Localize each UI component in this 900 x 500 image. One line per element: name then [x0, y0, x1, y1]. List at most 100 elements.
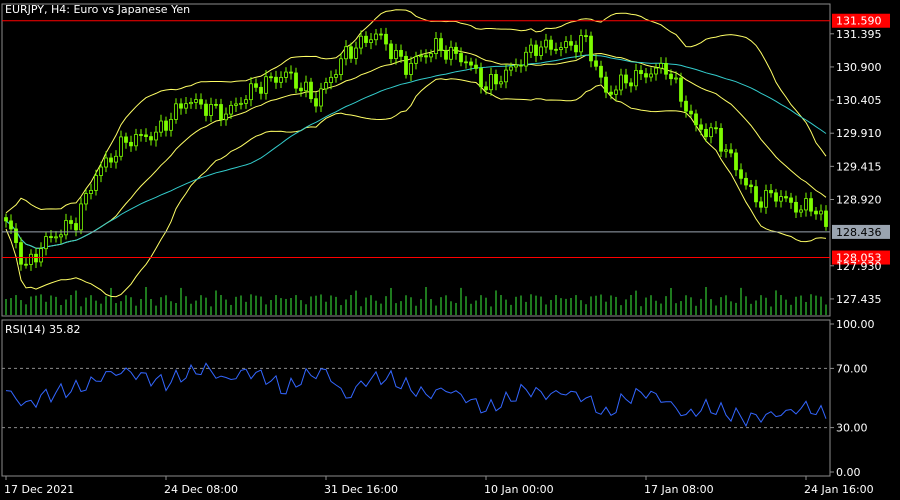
candle-body	[464, 61, 468, 64]
candle-body	[744, 177, 748, 186]
candle-body	[19, 242, 23, 265]
candle-body	[299, 87, 303, 92]
candle-body	[169, 119, 173, 131]
candle-body	[334, 74, 338, 78]
candle-body	[814, 210, 818, 215]
candle-body	[259, 86, 263, 94]
candle-body	[89, 189, 93, 194]
candle-body	[459, 53, 463, 63]
rsi-y-tick-label: 30.00	[836, 422, 868, 435]
candle-body	[219, 104, 223, 121]
y-tick-label: 128.920	[836, 194, 882, 207]
candle-body	[99, 166, 103, 176]
candle-body	[664, 63, 668, 75]
candle-body	[114, 155, 118, 163]
candle-body	[349, 46, 353, 59]
candle-body	[769, 190, 773, 194]
candle-body	[694, 113, 698, 126]
candle-body	[59, 234, 63, 238]
candle-body	[174, 103, 178, 120]
candle-body	[224, 113, 228, 121]
candle-body	[554, 48, 558, 51]
candle-body	[284, 71, 288, 78]
candle-body	[759, 201, 763, 208]
candle-body	[704, 128, 708, 138]
candle-body	[679, 77, 683, 102]
candle-body	[724, 149, 728, 152]
candle-body	[774, 192, 778, 202]
candle-body	[514, 64, 518, 68]
candle-body	[129, 141, 133, 147]
y-tick-label: 129.415	[836, 160, 882, 173]
candle-body	[24, 263, 28, 266]
candle-body	[654, 67, 658, 75]
candle-body	[414, 56, 418, 64]
candle-body	[489, 74, 493, 91]
bollinger-middle-line	[5, 49, 827, 249]
candle-body	[209, 103, 213, 116]
y-tick-label: 127.435	[836, 293, 882, 306]
candle-body	[279, 76, 283, 83]
candle-body	[449, 46, 453, 60]
candle-body	[404, 55, 408, 75]
candle-body	[9, 220, 13, 230]
candle-body	[274, 76, 278, 83]
candle-body	[289, 71, 293, 74]
axes: 131.590128.053128.436131.395130.900130.4…	[4, 13, 890, 496]
x-tick-label: 24 Jan 16:00	[804, 483, 874, 496]
candle-body	[294, 72, 298, 89]
candle-body	[589, 35, 593, 62]
x-tick-label: 31 Dec 16:00	[324, 483, 398, 496]
candle-body	[824, 210, 828, 227]
candle-body	[4, 217, 8, 222]
level-price-label: 131.590	[836, 15, 882, 28]
candle-body	[519, 64, 523, 67]
candle-body	[34, 253, 38, 263]
candle-body	[144, 134, 148, 137]
candle-body	[804, 198, 808, 211]
y-tick-label: 131.395	[836, 28, 882, 41]
candle-body	[619, 74, 623, 91]
candle-body	[689, 110, 693, 115]
candle-body	[84, 193, 88, 205]
candle-body	[799, 209, 803, 213]
candle-body	[584, 35, 588, 37]
candle-body	[309, 81, 313, 100]
candle-body	[134, 134, 138, 147]
candle-body	[594, 60, 598, 67]
candle-body	[574, 44, 578, 53]
candle-body	[194, 99, 198, 103]
candle-body	[734, 152, 738, 171]
candle-body	[324, 82, 328, 90]
candle-body	[624, 74, 628, 84]
candle-body	[74, 223, 78, 231]
candle-body	[249, 83, 253, 101]
candle-body	[179, 103, 183, 109]
candle-body	[684, 100, 688, 112]
candle-body	[754, 186, 758, 203]
candle-body	[784, 196, 788, 199]
candle-body	[304, 81, 308, 92]
candle-body	[239, 102, 243, 105]
candle-body	[444, 50, 448, 60]
candle-body	[809, 198, 813, 212]
candle-body	[504, 69, 508, 83]
candle-body	[119, 136, 123, 157]
candle-body	[714, 127, 718, 130]
candle-body	[254, 83, 258, 88]
candle-body	[764, 190, 768, 208]
y-tick-label: 130.405	[836, 94, 882, 107]
candle-body	[379, 33, 383, 36]
candle-body	[474, 64, 478, 69]
candle-body	[64, 220, 68, 236]
candle-body	[339, 58, 343, 75]
candle-body	[719, 128, 723, 152]
candle-body	[234, 103, 238, 106]
candle-body	[539, 46, 543, 56]
candle-body	[319, 88, 323, 107]
candle-body	[424, 55, 428, 58]
candle-body	[639, 70, 643, 75]
candle-body	[569, 41, 573, 46]
candle-body	[659, 63, 663, 69]
candle-body	[564, 41, 568, 49]
